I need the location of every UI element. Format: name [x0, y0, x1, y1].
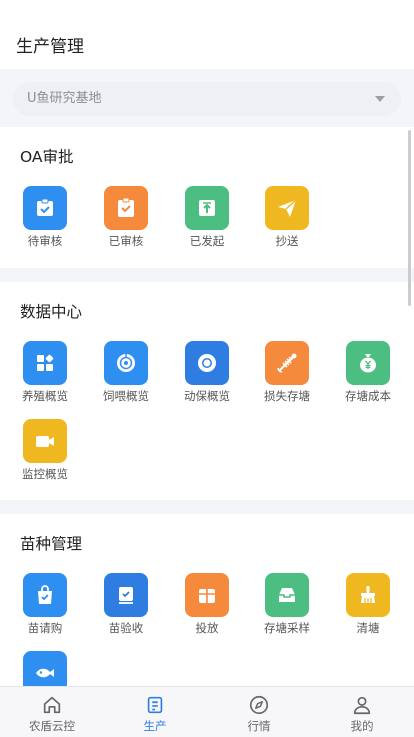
grid-item-pond-clearing[interactable]: 清塘 [336, 573, 400, 636]
grid-item-release[interactable]: 投放 [175, 573, 239, 636]
section-oa: OA审批 待审核 已审核 已发起 抄送 [0, 127, 414, 268]
grid-item-feeding-overview[interactable]: 饲喂概览 [94, 341, 158, 404]
grid-item-label: 已发起 [189, 234, 225, 248]
tab-home[interactable]: 农盾云控 [12, 687, 92, 733]
grid-item-label: 投放 [195, 621, 219, 635]
grid-item-label: 存塘成本 [345, 389, 391, 403]
grid-item-protection-overview[interactable]: 动保概览 [175, 341, 239, 404]
section-title-seed-management: 苗种管理 [20, 535, 83, 553]
check-box-icon [104, 573, 148, 617]
grid-item-label: 待审核 [27, 234, 63, 248]
video-camera-icon [23, 419, 67, 463]
clipboard-check-icon [23, 186, 67, 230]
grid-item-label: 存塘采样 [264, 621, 310, 635]
grid-item-label: 动保概览 [184, 389, 230, 403]
compass-icon [249, 695, 269, 715]
grid-item-monitor-overview[interactable]: 监控概览 [13, 419, 77, 482]
base-select-value: U鱼研究基地 [27, 91, 102, 106]
tab-label: 生产 [143, 719, 167, 733]
grid-item-label: 损失存塘 [264, 389, 310, 403]
inbox-icon [265, 573, 309, 617]
clipboard-done-icon [104, 186, 148, 230]
chevron-down-icon [375, 96, 385, 102]
user-icon [353, 696, 371, 715]
grid-item-label: 饲喂概览 [103, 389, 149, 403]
section-seed-management: 苗种管理 苗请购 苗验收 投放 存塘采样 清塘 [0, 514, 414, 686]
grid-item-label: 苗请购 [27, 621, 63, 635]
tab-mine[interactable]: 我的 [322, 687, 402, 733]
shopping-bag-icon [23, 573, 67, 617]
money-bag-icon [346, 341, 390, 385]
paper-plane-icon [265, 186, 309, 230]
grid-item-label: 苗验收 [108, 621, 144, 635]
grid-item-seed-acceptance[interactable]: 苗验收 [94, 573, 158, 636]
fish-icon [23, 651, 67, 686]
grid-item-stock-cost[interactable]: 存塘成本 [336, 341, 400, 404]
fish-bone-icon [265, 341, 309, 385]
grid-item-loss-stock[interactable]: 损失存塘 [255, 341, 319, 404]
grid-item-label: 抄送 [275, 234, 299, 248]
grid-item-breeding-overview[interactable]: 养殖概览 [13, 341, 77, 404]
tab-market[interactable]: 行情 [219, 687, 299, 733]
broom-icon [346, 573, 390, 617]
grid-item-seed-purchase[interactable]: 苗请购 [13, 573, 77, 636]
grid-item-label: 清塘 [356, 621, 380, 635]
bottom-tab-bar: 农盾云控 生产 行情 我的 [0, 686, 414, 737]
tab-label: 农盾云控 [29, 719, 75, 733]
header: 生产管理 [0, 0, 414, 69]
feed-target-icon [104, 341, 148, 385]
grid-item-initiated[interactable]: 已发起 [175, 186, 239, 249]
grid-item-reviewed[interactable]: 已审核 [94, 186, 158, 249]
section-title-data-center: 数据中心 [20, 303, 83, 321]
ring-icon [185, 341, 229, 385]
tab-label: 行情 [247, 719, 271, 733]
section-data-center: 数据中心 养殖概览 饲喂概览 动保概览 损失存塘 存塘成本 监控概览 [0, 282, 414, 500]
tab-label: 我的 [350, 719, 374, 733]
upload-box-icon [185, 186, 229, 230]
tab-production[interactable]: 生产 [115, 687, 195, 733]
grid-apps-icon [23, 341, 67, 385]
document-icon [147, 696, 163, 714]
grid-item-cc[interactable]: 抄送 [255, 186, 319, 249]
page-title: 生产管理 [16, 37, 84, 57]
grid-item-label: 监控概览 [22, 467, 68, 481]
grid-item-pending-review[interactable]: 待审核 [13, 186, 77, 249]
gift-box-icon [185, 573, 229, 617]
grid-item-stock-sampling[interactable]: 存塘采样 [255, 573, 319, 636]
grid-item-label: 养殖概览 [22, 389, 68, 403]
grid-item-label: 已审核 [108, 234, 144, 248]
base-select-dropdown[interactable]: U鱼研究基地 [13, 82, 401, 116]
home-icon [43, 696, 61, 714]
scrollbar[interactable] [408, 130, 411, 306]
section-title-oa: OA审批 [20, 148, 74, 166]
grid-item-fish[interactable] [13, 651, 77, 686]
